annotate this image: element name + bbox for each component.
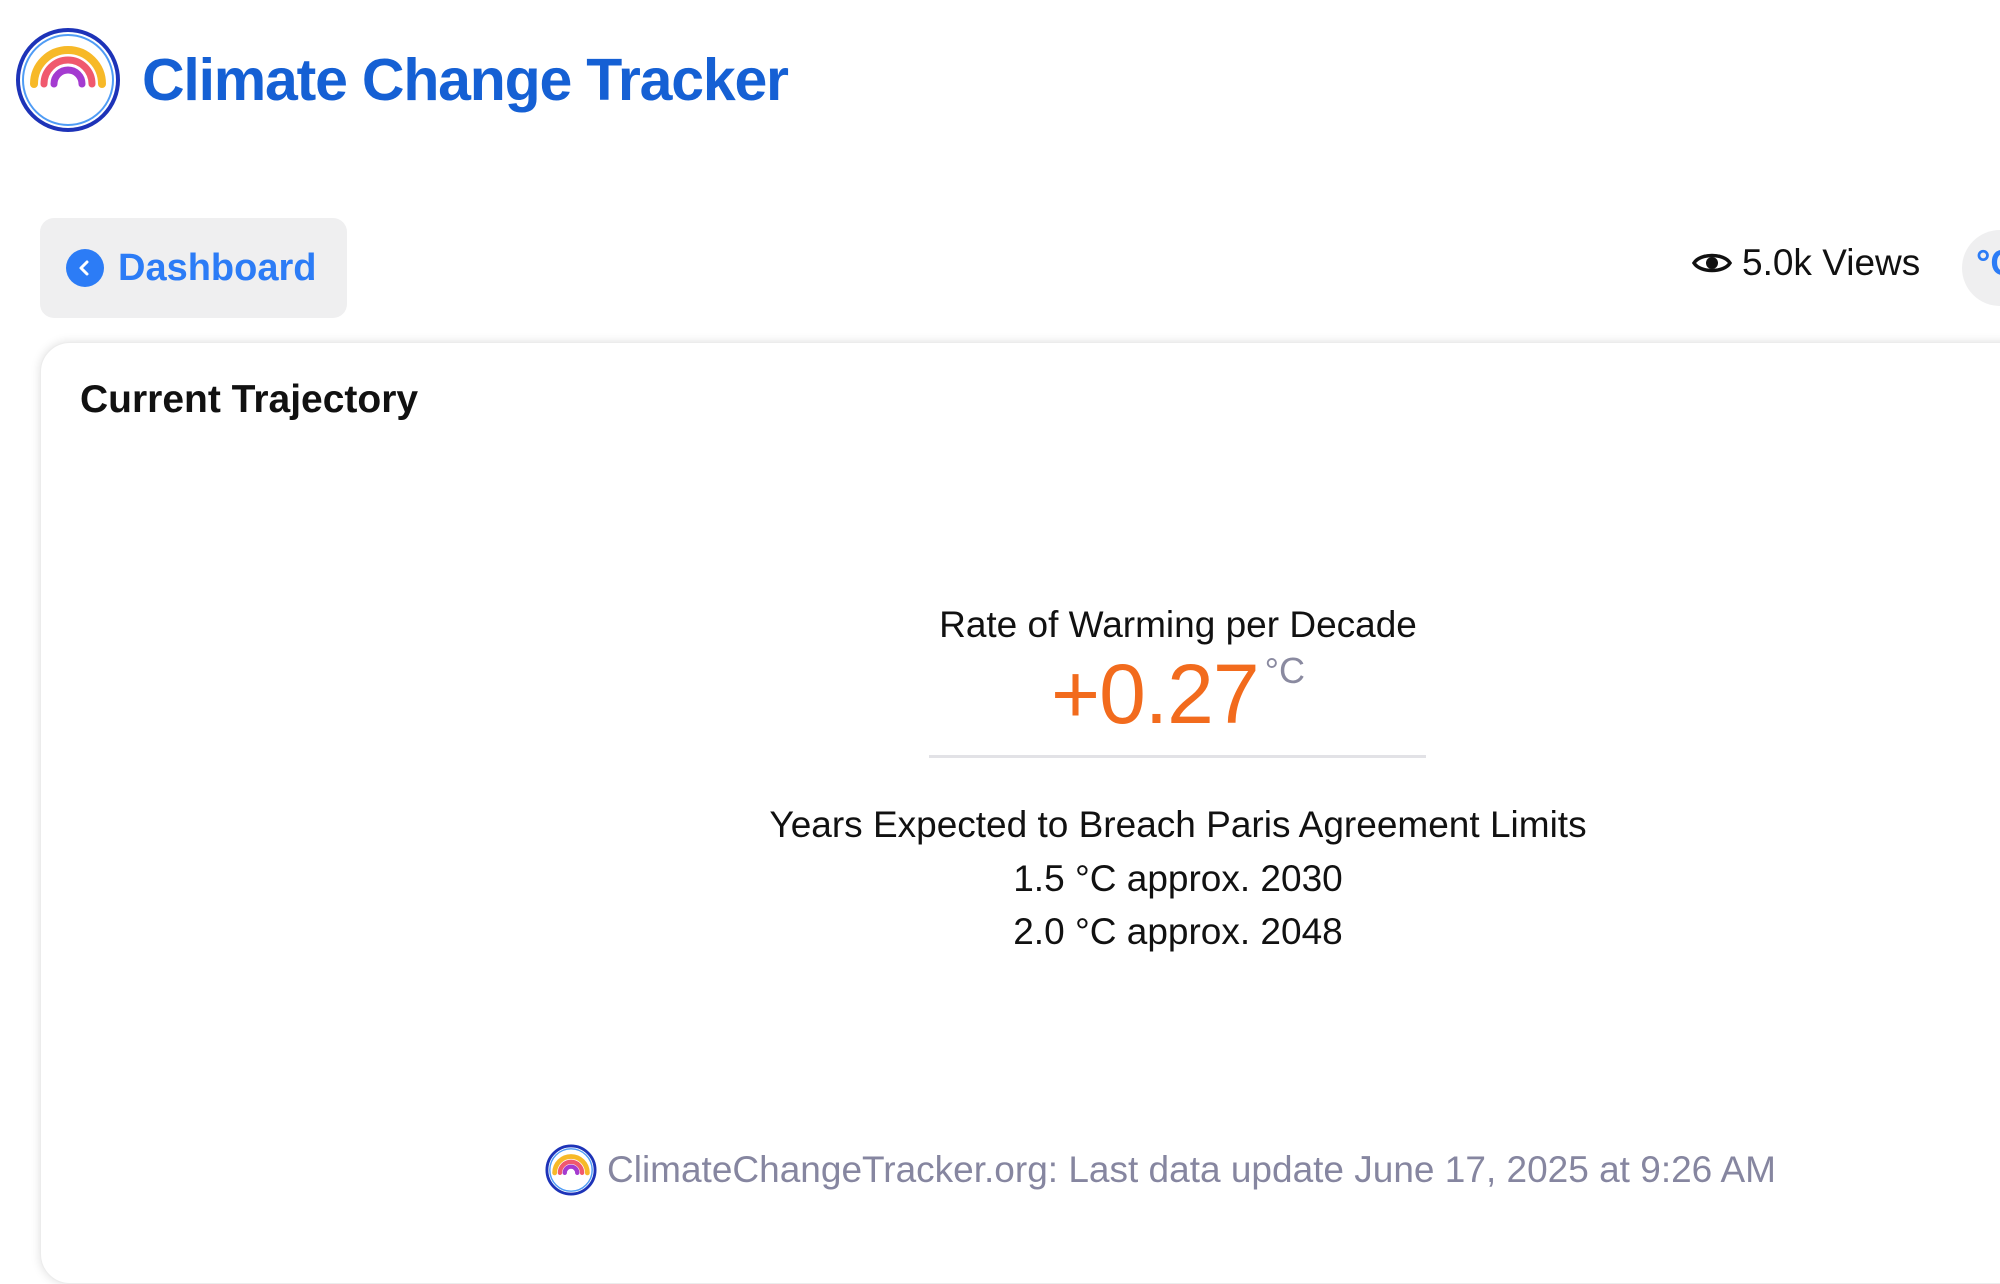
- unit-toggle-button[interactable]: °C: [1962, 230, 2000, 306]
- rate-value: +0.27: [1051, 647, 1260, 741]
- rainbow-logo-icon: [16, 28, 120, 132]
- footer-text: ClimateChangeTracker.org: Last data upda…: [607, 1149, 1776, 1190]
- dashboard-label: Dashboard: [118, 246, 317, 289]
- rate-value-group: +0.27 °C: [178, 646, 2000, 743]
- rainbow-logo-icon: [545, 1144, 597, 1196]
- divider: [929, 755, 1426, 758]
- dashboard-back-button[interactable]: Dashboard: [40, 218, 347, 318]
- rate-unit: °C: [1264, 650, 1305, 691]
- data-update-footer[interactable]: ClimateChangeTracker.org: Last data upda…: [545, 1144, 1776, 1196]
- rate-label: Rate of Warming per Decade: [939, 604, 1417, 645]
- eye-icon: [1692, 253, 1732, 273]
- views-count: 5.0k Views: [1742, 242, 1921, 283]
- views-counter: 5.0k Views: [1692, 242, 1920, 284]
- brand-header[interactable]: Climate Change Tracker: [14, 26, 789, 134]
- breach-heading: Years Expected to Breach Paris Agreement…: [769, 804, 1587, 845]
- app-title: Climate Change Tracker: [142, 47, 789, 113]
- chevron-left-icon: [66, 249, 104, 287]
- unit-toggle-label: °C: [1976, 242, 2000, 283]
- breach-row-2-0: 2.0 °C approx. 2048: [1013, 911, 1343, 952]
- breach-row-1-5: 1.5 °C approx. 2030: [1013, 858, 1343, 899]
- card-title: Current Trajectory: [80, 378, 419, 421]
